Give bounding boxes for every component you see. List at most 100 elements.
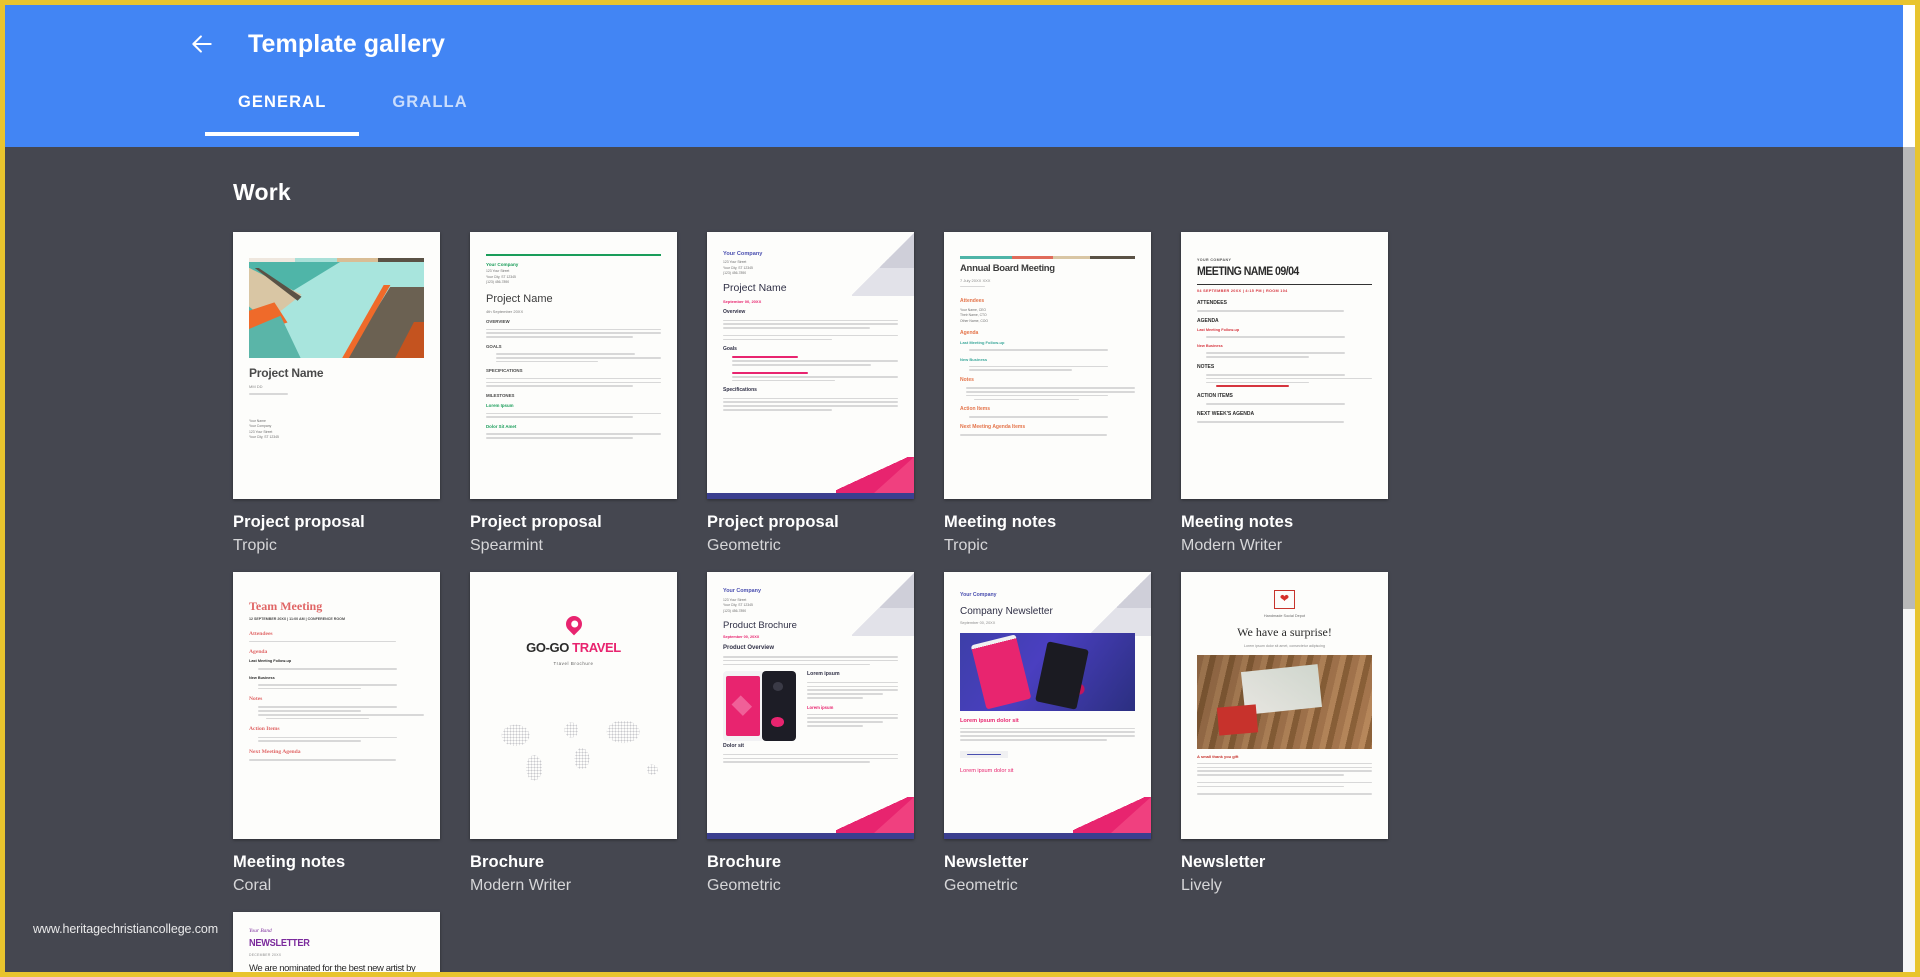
thumb-tropic-meeting: Annual Board Meeting 7 July 20XX XXX Att…: [944, 232, 1151, 499]
thumb-section: Next Meeting Agenda: [249, 748, 301, 755]
card-title: Meeting notes: [944, 513, 1057, 531]
thumb-section: Product Overview: [723, 645, 775, 652]
thumb-milestone: Dolor Sit Amet: [486, 424, 517, 430]
thumb-company-lines: 123 Your Street Your City, ST 12345 (123…: [486, 269, 516, 285]
tab-gralla[interactable]: GRALLA: [359, 93, 500, 136]
template-card[interactable]: YOUR COMPANY MEETING NAME 09/04 04 SEPTE…: [1181, 232, 1418, 555]
thumb-company: YOUR COMPANY: [1197, 258, 1232, 262]
page-title: Template gallery: [248, 29, 446, 58]
template-thumbnail[interactable]: YOUR COMPANY MEETING NAME 09/04 04 SEPTE…: [1181, 232, 1388, 499]
card-theme: Lively: [1181, 877, 1222, 894]
thumb-company: Your Company: [486, 261, 519, 267]
thumb-script: Your Band: [249, 928, 272, 934]
template-thumbnail[interactable]: Your Company Company Newsletter Septembe…: [944, 572, 1151, 839]
thumb-brochure-geometric: Your Company 123 Your Street Your City, S…: [707, 572, 914, 839]
app-header: Template gallery GENERAL GRALLA: [5, 5, 1903, 147]
card-theme: Geometric: [944, 877, 1018, 894]
template-card[interactable]: GO-GO TRAVEL Travel Brochure Brochure Mo…: [470, 572, 707, 895]
template-card[interactable]: Your Company Company Newsletter Septembe…: [944, 572, 1181, 895]
thumb-company: Your Company: [723, 588, 761, 594]
template-thumbnail[interactable]: GO-GO TRAVEL Travel Brochure: [470, 572, 677, 839]
thumb-section: Lorem ipsum dolor sit: [960, 717, 1019, 724]
thumb-heading: We have a surprise!: [1237, 624, 1332, 639]
card-title: Brochure: [470, 853, 545, 871]
thumb-heading: Project Name: [249, 366, 324, 380]
template-card[interactable]: Team Meeting 12 SEPTEMBER 20XX | 11:00 A…: [233, 572, 470, 895]
card-title: Newsletter: [944, 853, 1029, 871]
template-card[interactable]: Your Company 123 Your Street Your City, S…: [707, 232, 944, 555]
card-title: Meeting notes: [233, 853, 346, 871]
app-window: Template gallery GENERAL GRALLA Work Pro…: [0, 0, 1920, 977]
thumb-section: GOALS: [486, 343, 502, 349]
thumb-heading: Annual Board Meeting: [960, 263, 1055, 274]
thumb-tropic-proposal: Project Name MM DD Your Name Your Compan…: [233, 232, 440, 499]
thumb-geometric-proposal: Your Company 123 Your Street Your City, S…: [707, 232, 914, 499]
vertical-scrollbar[interactable]: [1903, 147, 1915, 972]
thumb-section: NEXT WEEK'S AGENDA: [1197, 410, 1255, 417]
card-theme: Spearmint: [470, 537, 543, 554]
thumb-section: Goals: [723, 346, 737, 353]
template-card[interactable]: Your Company 123 Your Street Your City, S…: [707, 572, 944, 895]
thumb-subsection: New Business: [1197, 343, 1223, 348]
thumb-subsection: Last Meeting Follow-up: [960, 340, 1005, 346]
scrollbar-thumb[interactable]: [1903, 147, 1915, 609]
header-right-strip: [1903, 5, 1915, 147]
thumb-date: 7 July 20XX XXX: [960, 277, 991, 283]
thumb-subsection: New Business: [249, 675, 275, 680]
thumb-section: Attendees: [960, 297, 985, 304]
thumb-newsletter-plum: Your Band NEWSLETTER DECEMBER 20XX We ar…: [233, 912, 440, 972]
thumb-subsection: Last Meeting Follow-up: [249, 659, 292, 664]
template-card[interactable]: Your Band NEWSLETTER DECEMBER 20XX We ar…: [233, 912, 470, 972]
thumb-milestone: Lorem Ipsum: [486, 403, 514, 409]
thumb-section: Next Meeting Agenda Items: [960, 423, 1026, 430]
card-theme: Geometric: [707, 877, 781, 894]
template-thumbnail[interactable]: Project Name MM DD Your Name Your Compan…: [233, 232, 440, 499]
thumb-heading: Project Name: [723, 282, 787, 295]
map-pin-icon: [562, 612, 585, 636]
newsletter-photo: [960, 632, 1135, 711]
template-thumbnail[interactable]: Your Company 123 Your Street Your City, …: [470, 232, 677, 499]
thumb-spearmint-proposal: Your Company 123 Your Street Your City, …: [470, 232, 677, 499]
thumb-heading: Company Newsletter: [960, 605, 1053, 617]
template-card[interactable]: Your Company 123 Your Street Your City, …: [470, 232, 707, 555]
geometric-bottom-bar: [944, 833, 1151, 839]
thumb-section: Overview: [723, 309, 746, 316]
template-thumbnail[interactable]: Your Band NEWSLETTER DECEMBER 20XX We ar…: [233, 912, 440, 972]
thumb-section: Attendees: [249, 630, 273, 637]
thumb-heading: Product Brochure: [723, 620, 797, 632]
template-thumbnail[interactable]: ❤ Handmade Social Depot We have a surpri…: [1181, 572, 1388, 839]
back-arrow-icon[interactable]: [185, 27, 219, 61]
template-grid: Project Name MM DD Your Name Your Compan…: [233, 232, 1653, 972]
thumb-company: Your Company: [723, 251, 763, 257]
thumb-brochure-modernwriter: GO-GO TRAVEL Travel Brochure: [470, 572, 677, 839]
card-theme: Tropic: [944, 537, 988, 554]
thumb-subsection: Last Meeting Follow-up: [1197, 327, 1240, 332]
thumb-date: DECEMBER 20XX: [249, 953, 282, 958]
template-thumbnail[interactable]: Annual Board Meeting 7 July 20XX XXX Att…: [944, 232, 1151, 499]
tab-general[interactable]: GENERAL: [205, 93, 360, 136]
thumb-heading: We are nominated for the best new artist…: [249, 963, 416, 972]
thumb-subsection: New Business: [960, 356, 988, 362]
thumb-section: Agenda: [960, 330, 979, 337]
thumb-heading: Project Name: [486, 292, 553, 305]
thumb-section: SPECIFICATIONS: [486, 368, 523, 374]
thumb-section: ACTION ITEMS: [1197, 393, 1233, 400]
read-more-link[interactable]: [967, 753, 1001, 756]
newsletter-photo: [1197, 655, 1372, 750]
card-theme: Modern Writer: [1181, 537, 1283, 554]
thumb-kicker: NEWSLETTER: [249, 937, 310, 949]
template-thumbnail[interactable]: Team Meeting 12 SEPTEMBER 20XX | 11:00 A…: [233, 572, 440, 839]
watermark-text: www.heritagechristiancollege.com: [33, 922, 219, 936]
geometric-bottom-bar: [707, 833, 914, 839]
template-thumbnail[interactable]: Your Company 123 Your Street Your City, S…: [707, 572, 914, 839]
template-thumbnail[interactable]: Your Company 123 Your Street Your City, S…: [707, 232, 914, 499]
template-card[interactable]: Annual Board Meeting 7 July 20XX XXX Att…: [944, 232, 1181, 555]
thumb-side-heading: Lorem ipsum: [807, 671, 840, 678]
thumb-company: Your Company: [960, 592, 997, 598]
brand-primary: GO-GO: [526, 640, 569, 655]
world-map-graphic: [470, 703, 677, 794]
template-card[interactable]: Project Name MM DD Your Name Your Compan…: [233, 232, 470, 555]
tropic-cover-art: [249, 262, 424, 358]
template-card[interactable]: ❤ Handmade Social Depot We have a surpri…: [1181, 572, 1418, 895]
thumb-address: Your Name Your Company 123 Your Street Y…: [249, 418, 279, 440]
